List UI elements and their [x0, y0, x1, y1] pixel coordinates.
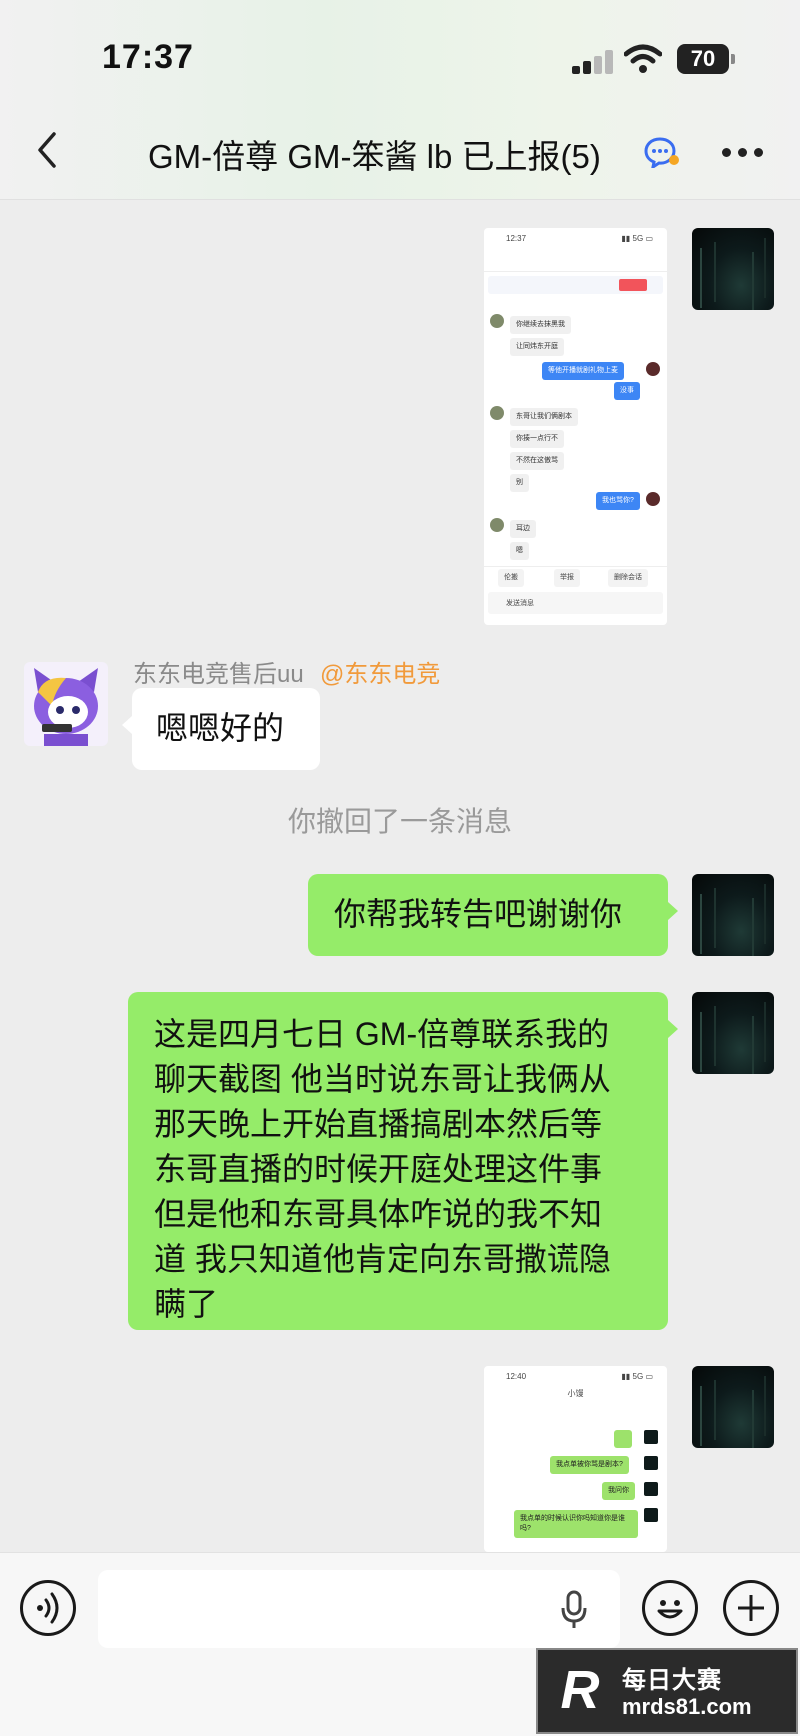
shot1-signal-icon: ▮▮ 5G ▭ [621, 234, 653, 243]
shot1-avatar [490, 406, 504, 420]
shot1-avatar [646, 492, 660, 506]
message-input[interactable] [98, 1570, 620, 1648]
shot1-msg: 不然在这傲骂 [510, 452, 564, 470]
shot1-msg: 你继续去抹黑我 [510, 316, 571, 334]
cat-mascot-icon [34, 668, 98, 746]
shot1-avatar [646, 362, 660, 376]
chat-title: GM-倍尊 GM-笨酱 lb 已上报(5) [148, 138, 601, 175]
shot1-msg: 让同炜东开庭 [510, 338, 564, 356]
shot1-input: 发送消息 [488, 592, 663, 614]
shot1-notice [488, 276, 663, 294]
my-avatar[interactable] [692, 992, 774, 1074]
cellular-signal-icon [572, 50, 613, 74]
my-avatar[interactable] [692, 1366, 774, 1448]
shot2-avatar [644, 1482, 658, 1496]
shot2-signal-icon: ▮▮ 5G ▭ [621, 1372, 653, 1381]
watermark-title: 每日大赛 [622, 1667, 722, 1694]
shot2-avatar [644, 1508, 658, 1522]
watermark-logo: R [560, 1660, 600, 1720]
shot1-msg: 嗯 [510, 542, 529, 560]
screenshot-image-1[interactable]: 12:37 ▮▮ 5G ▭ 你继续去抹黑我 让同炜东开庭 等他开播就剧礼物上麦 没… [484, 228, 667, 625]
voice-mode-button[interactable] [20, 1580, 76, 1636]
recall-notice: 你撤回了一条消息 [287, 806, 512, 837]
sender-avatar[interactable] [24, 662, 108, 746]
message-line: 聊天截图 他当时说东哥让我俩从 [154, 1061, 611, 1097]
shot1-toolbar-item: 举报 [554, 569, 580, 587]
shot2-emoji [614, 1430, 632, 1448]
outgoing-message-bubble[interactable]: 你帮我转告吧谢谢你 [308, 874, 678, 956]
message-line: 道 我只知道他肯定向东哥撒谎隐 [154, 1241, 611, 1277]
incoming-message-bubble[interactable]: 嗯嗯好的 [122, 688, 320, 770]
message-line: 东哥直播的时候开庭处理这件事 [154, 1151, 603, 1187]
voice-wave-icon [37, 1592, 59, 1624]
smiley-icon [657, 1600, 683, 1619]
battery-indicator: 70 [677, 44, 735, 74]
microphone-icon[interactable] [560, 1590, 588, 1630]
shot1-msg: 我也骂你? [596, 492, 640, 510]
shot2-avatar [644, 1430, 658, 1444]
screenshot-image-2[interactable]: 12:40 ▮▮ 5G ▭ 小馒 我点单被你骂是剧本? 我问你 我点单的时候认识你… [484, 1366, 667, 1552]
shot1-msg: 耳边 [510, 520, 536, 538]
shot2-time: 12:40 [506, 1372, 527, 1381]
shot1-toolbar-item: 删除会话 [608, 569, 648, 587]
shot1-header [484, 248, 667, 272]
shot1-input-placeholder: 发送消息 [506, 600, 534, 607]
emoji-button[interactable] [642, 1580, 698, 1636]
message-line: 瞒了 [154, 1286, 219, 1322]
my-avatar[interactable] [692, 874, 774, 956]
message-line: 这是四月七日 GM-倍尊联系我的 [154, 1016, 610, 1052]
back-arrow-icon[interactable] [30, 128, 64, 172]
group-chat-icon[interactable] [644, 136, 680, 168]
top-bar: 17:37 70 GM-倍尊 GM-笨酱 lb 已上报(5) [0, 0, 800, 200]
status-time: 17:37 [102, 38, 194, 76]
shot1-msg: 没事 [614, 382, 640, 400]
shot1-msg: 别 [510, 474, 529, 492]
shot1-time: 12:37 [506, 234, 527, 243]
shot2-avatar [644, 1456, 658, 1470]
more-options-icon[interactable] [722, 148, 764, 158]
mention-tag[interactable]: @东东电竞 [320, 654, 440, 689]
sender-name: 东东电竞售后uu [133, 661, 304, 688]
shot1-toolbar: 伦搬 举报 删除会话 [484, 566, 667, 588]
add-button[interactable] [723, 1580, 779, 1636]
shot2-msg: 我点单被你骂是剧本? [550, 1456, 629, 1474]
my-avatar[interactable] [692, 228, 774, 310]
watermark: R 每日大赛 mrds81.com [536, 1648, 798, 1734]
wifi-icon [624, 44, 662, 73]
shot1-msg: 等他开播就剧礼物上麦 [542, 362, 624, 380]
shot1-avatar [490, 518, 504, 532]
shot2-msg: 我点单的时候认识你吗知道你是谁吗? [514, 1510, 638, 1538]
message-line: 但是他和东哥具体咋说的我不知 [154, 1196, 603, 1232]
shot1-msg: 东哥让我们俩剧本 [510, 408, 578, 426]
watermark-url: mrds81.com [622, 1694, 752, 1719]
outgoing-long-message-bubble[interactable]: 这是四月七日 GM-倍尊联系我的 聊天截图 他当时说东哥让我俩从 那天晚上开始直… [128, 992, 678, 1330]
plus-icon [738, 1595, 764, 1621]
message-line: 那天晚上开始直播搞剧本然后等 [154, 1106, 603, 1142]
shot1-avatar [490, 314, 504, 328]
shot2-msg: 我问你 [602, 1482, 635, 1500]
shot1-toolbar-item: 伦搬 [498, 569, 524, 587]
shot2-title: 小馒 [567, 1389, 584, 1398]
shot1-msg: 你揍一点行不 [510, 430, 564, 448]
